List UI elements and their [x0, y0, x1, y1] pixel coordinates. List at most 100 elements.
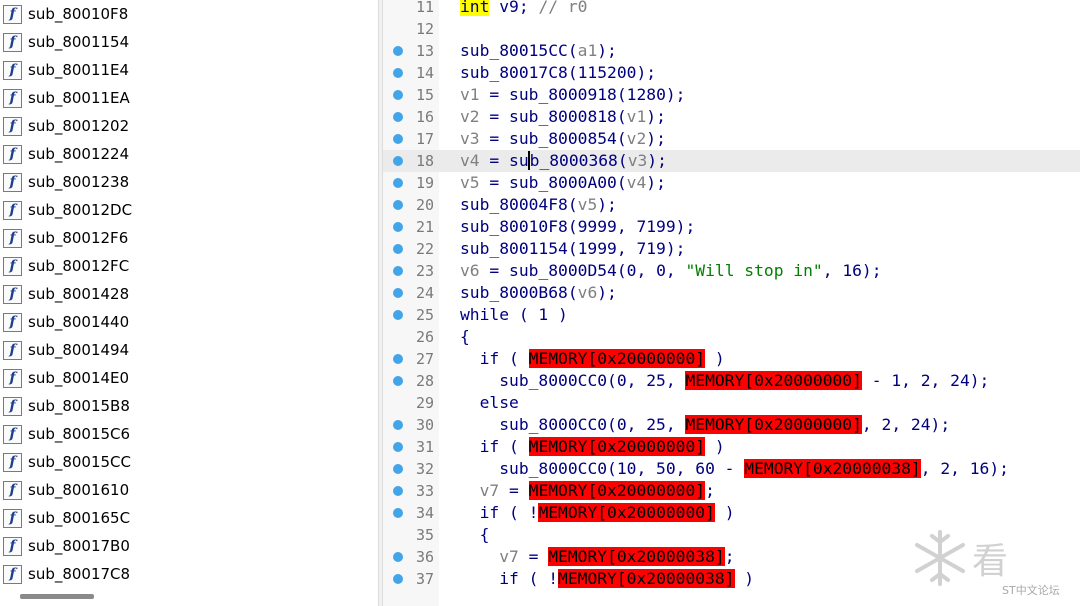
breakpoint-dot-icon[interactable] — [393, 376, 403, 386]
code-line[interactable]: 25 while ( 1 ) — [383, 304, 1080, 326]
code-line[interactable]: 33 v7 = MEMORY[0x20000000]; — [383, 480, 1080, 502]
breakpoint-dot-icon[interactable] — [393, 288, 403, 298]
code-line[interactable]: 15 v1 = sub_8000918(1280); — [383, 84, 1080, 106]
variable-token[interactable]: v5 — [460, 173, 480, 192]
function-call-token[interactable]: su — [509, 151, 529, 170]
code-line[interactable]: 28 sub_8000CC0(0, 25, MEMORY[0x20000000]… — [383, 370, 1080, 392]
code-line[interactable]: 18 v4 = sub_8000368(v3); — [383, 150, 1080, 172]
code-line[interactable]: 32 sub_8000CC0(10, 50, 60 - MEMORY[0x200… — [383, 458, 1080, 480]
memory-reference-token[interactable]: MEMORY[0x20000000] — [528, 481, 706, 500]
function-list-item[interactable]: f sub_80012DC — [0, 196, 362, 224]
function-call-token[interactable]: sub_8001154 — [460, 239, 568, 258]
function-list-item[interactable]: f sub_80014E0 — [0, 364, 362, 392]
breakpoint-dot-icon[interactable] — [393, 442, 403, 452]
function-call-token[interactable]: sub_8000818 — [509, 107, 617, 126]
function-call-token[interactable]: sub_80017C8 — [460, 63, 568, 82]
breakpoint-dot-icon[interactable] — [393, 200, 403, 210]
function-list-item[interactable]: f sub_80011E4 — [0, 56, 362, 84]
variable-token[interactable]: v6 — [460, 261, 480, 280]
code-line[interactable]: 30 sub_8000CC0(0, 25, MEMORY[0x20000000]… — [383, 414, 1080, 436]
memory-reference-token[interactable]: MEMORY[0x20000038] — [744, 459, 921, 478]
function-list-item[interactable]: f sub_8001202 — [0, 112, 362, 140]
code-line[interactable]: 20 sub_80004F8(v5); — [383, 194, 1080, 216]
breakpoint-dot-icon[interactable] — [393, 222, 403, 232]
function-list-item[interactable]: f sub_80015CC — [0, 448, 362, 476]
function-call-token[interactable]: b_8000368 — [527, 151, 618, 170]
breakpoint-dot-icon[interactable] — [393, 156, 403, 166]
code-line[interactable]: 16 v2 = sub_8000818(v1); — [383, 106, 1080, 128]
code-line[interactable]: 22 sub_8001154(1999, 719); — [383, 238, 1080, 260]
function-call-token[interactable]: sub_8000CC0 — [499, 415, 607, 434]
function-call-token[interactable]: sub_8000B68 — [460, 283, 568, 302]
breakpoint-dot-icon[interactable] — [393, 508, 403, 518]
variable-token[interactable]: v5 — [578, 195, 598, 214]
function-list-item[interactable]: f sub_8001610 — [0, 476, 362, 504]
function-call-token[interactable]: sub_8000D54 — [509, 261, 617, 280]
variable-token[interactable]: v1 — [460, 85, 480, 104]
breakpoint-dot-icon[interactable] — [393, 266, 403, 276]
code-line[interactable]: 23 v6 = sub_8000D54(0, 0, "Will stop in",… — [383, 260, 1080, 282]
code-line[interactable]: 21 sub_80010F8(9999, 7199); — [383, 216, 1080, 238]
function-list-item[interactable]: f sub_80012F6 — [0, 224, 362, 252]
variable-token[interactable]: v4 — [460, 151, 480, 170]
breakpoint-dot-icon[interactable] — [393, 354, 403, 364]
code-line[interactable]: 27 if ( MEMORY[0x20000000] ) — [383, 348, 1080, 370]
function-list-item[interactable]: f sub_80015C6 — [0, 420, 362, 448]
variable-token[interactable]: v2 — [460, 107, 480, 126]
memory-reference-token[interactable]: MEMORY[0x20000000] — [685, 415, 862, 434]
code-line[interactable]: 24 sub_8000B68(v6); — [383, 282, 1080, 304]
code-line[interactable]: 26 { — [383, 326, 1080, 348]
breakpoint-dot-icon[interactable] — [393, 112, 403, 122]
function-call-token[interactable]: sub_8000A00 — [509, 173, 617, 192]
breakpoint-dot-icon[interactable] — [393, 46, 403, 56]
memory-reference-token[interactable]: MEMORY[0x20000038] — [558, 569, 735, 588]
variable-token[interactable]: v6 — [578, 283, 598, 302]
variable-token[interactable]: v2 — [627, 129, 647, 148]
breakpoint-dot-icon[interactable] — [393, 134, 403, 144]
breakpoint-dot-icon[interactable] — [393, 310, 403, 320]
variable-token[interactable]: v7 — [480, 481, 500, 500]
function-call-token[interactable]: sub_80015CC — [460, 41, 568, 60]
function-list-item[interactable]: f sub_8001440 — [0, 308, 362, 336]
variable-token[interactable]: v3 — [460, 129, 480, 148]
breakpoint-dot-icon[interactable] — [393, 90, 403, 100]
function-list-item[interactable]: f sub_80017C8 — [0, 560, 362, 588]
breakpoint-dot-icon[interactable] — [393, 68, 403, 78]
breakpoint-dot-icon[interactable] — [393, 574, 403, 584]
breakpoint-dot-icon[interactable] — [393, 552, 403, 562]
function-list-horizontal-scrollbar[interactable] — [20, 594, 94, 599]
variable-token[interactable]: v7 — [499, 547, 519, 566]
function-list-item[interactable]: f sub_80015B8 — [0, 392, 362, 420]
code-line[interactable]: 17 v3 = sub_8000854(v2); — [383, 128, 1080, 150]
variable-token[interactable]: v3 — [628, 151, 648, 170]
code-line[interactable]: 29 else — [383, 392, 1080, 414]
function-list-item[interactable]: f sub_80012FC — [0, 252, 362, 280]
function-list-item[interactable]: f sub_80010F8 — [0, 0, 362, 28]
memory-reference-token[interactable]: MEMORY[0x20000000] — [538, 503, 715, 522]
breakpoint-dot-icon[interactable] — [393, 464, 403, 474]
function-call-token[interactable]: sub_8000CC0 — [499, 371, 607, 390]
memory-reference-token[interactable]: MEMORY[0x20000000] — [528, 349, 706, 368]
variable-token[interactable]: v4 — [627, 173, 647, 192]
breakpoint-dot-icon[interactable] — [393, 244, 403, 254]
variable-token[interactable]: v1 — [627, 107, 647, 126]
memory-reference-token[interactable]: MEMORY[0x20000000] — [685, 371, 862, 390]
function-list-item[interactable]: f sub_80011EA — [0, 84, 362, 112]
code-line[interactable]: 11 int v9; // r0 — [383, 0, 1080, 18]
function-call-token[interactable]: sub_8000CC0 — [499, 459, 607, 478]
breakpoint-dot-icon[interactable] — [393, 178, 403, 188]
breakpoint-dot-icon[interactable] — [393, 486, 403, 496]
function-list-item[interactable]: f sub_8001224 — [0, 140, 362, 168]
code-line[interactable]: 31 if ( MEMORY[0x20000000] ) — [383, 436, 1080, 458]
breakpoint-dot-icon[interactable] — [393, 420, 403, 430]
variable-token[interactable]: a1 — [578, 41, 598, 60]
memory-reference-token[interactable]: MEMORY[0x20000000] — [528, 437, 706, 456]
function-list-item[interactable]: f sub_80017B0 — [0, 532, 362, 560]
code-line[interactable]: 13 sub_80015CC(a1); — [383, 40, 1080, 62]
function-list-item[interactable]: f sub_8001154 — [0, 28, 362, 56]
function-list-item[interactable]: f sub_800165C — [0, 504, 362, 532]
function-list-item[interactable]: f sub_8001238 — [0, 168, 362, 196]
function-list-item[interactable]: f sub_8001494 — [0, 336, 362, 364]
code-line[interactable]: 34 if ( !MEMORY[0x20000000] ) — [383, 502, 1080, 524]
code-line[interactable]: 14 sub_80017C8(115200); — [383, 62, 1080, 84]
